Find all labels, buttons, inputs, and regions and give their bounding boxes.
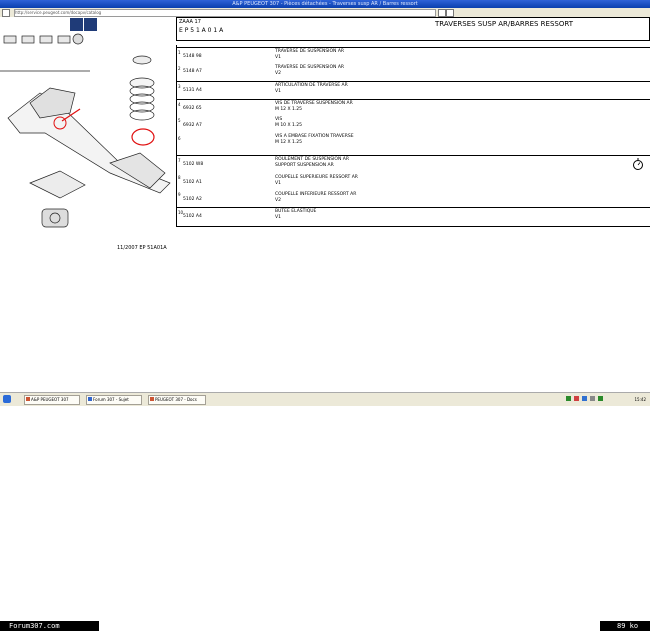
taskbar-tab-1[interactable]: A&P PEUGEOT 307 bbox=[24, 395, 80, 405]
part-number[interactable]: 5102 A4 bbox=[183, 214, 202, 219]
part-number[interactable]: 5148 98 bbox=[183, 54, 202, 59]
parts-group: 7 5102 W8 ROULEMENT DE SUSPENSION AR SUP… bbox=[177, 155, 650, 208]
address-bar[interactable]: http://service.peugeot.com/docapv/catalo… bbox=[14, 9, 436, 17]
start-icon[interactable] bbox=[3, 395, 11, 403]
parts-group: 1 5148 98 TRAVERSE DE SUSPENSION AR V1 2… bbox=[177, 47, 650, 82]
clock[interactable]: 15:42 bbox=[634, 395, 646, 404]
thumbnail-1[interactable] bbox=[70, 18, 83, 31]
footer-site-label: Forum307.com bbox=[0, 621, 99, 631]
parts-table: 1 5148 98 TRAVERSE DE SUSPENSION AR V1 2… bbox=[176, 45, 650, 227]
security-icon[interactable] bbox=[574, 396, 579, 401]
header-code-bottom: E P 5 1 A 0 1 A bbox=[179, 27, 224, 34]
parts-header: ZAAA 17 E P 5 1 A 0 1 A TRAVERSES SUSP A… bbox=[176, 17, 650, 41]
taskbar-tab-3[interactable]: PEUGEOT 307 - Docs bbox=[148, 395, 206, 405]
stopwatch-icon bbox=[633, 158, 643, 170]
thumbnail-2[interactable] bbox=[84, 18, 97, 31]
volume-icon[interactable] bbox=[582, 396, 587, 401]
part-number[interactable]: 5148 A7 bbox=[183, 69, 202, 74]
window-title: A&P PEUGEOT 307 - Pièces détachées - Tra… bbox=[232, 1, 418, 7]
system-tray: 15:42 bbox=[566, 395, 646, 404]
parts-group: 3 5131 A4 ARTICULATION DE TRAVERSE AR V1 bbox=[177, 81, 650, 100]
thumbnail-strip bbox=[2, 18, 97, 32]
highlight-circle bbox=[131, 128, 155, 146]
part-number[interactable]: 6932 A7 bbox=[183, 123, 202, 128]
part-number[interactable]: 6932 65 bbox=[183, 106, 202, 111]
print-button[interactable] bbox=[438, 9, 446, 17]
part-number[interactable]: 5131 A4 bbox=[183, 88, 202, 93]
back-button[interactable] bbox=[2, 9, 10, 17]
taskbar: A&P PEUGEOT 307 Forum 307 - Sujet PEUGEO… bbox=[0, 392, 650, 406]
antivirus-icon[interactable] bbox=[598, 396, 603, 401]
part-number[interactable]: 5102 A1 bbox=[183, 180, 202, 185]
section-title: TRAVERSES SUSP AR/BARRES RESSORT bbox=[435, 20, 573, 28]
taskbar-tab-2[interactable]: Forum 307 - Sujet bbox=[86, 395, 142, 405]
parts-group: 4 6932 65 VIS DE TRAVERSE SUSPENSION AR … bbox=[177, 99, 650, 156]
illustration-panel: 11/2007 EP 51A01A bbox=[0, 17, 177, 392]
address-text: http://service.peugeot.com/docapv/catalo… bbox=[15, 10, 102, 15]
exploded-parts-diagram bbox=[0, 33, 171, 228]
window-title-bar: A&P PEUGEOT 307 - Pièces détachées - Tra… bbox=[0, 0, 650, 8]
part-number[interactable]: 5102 W8 bbox=[183, 162, 203, 167]
parts-list-panel: ZAAA 17 E P 5 1 A 0 1 A TRAVERSES SUSP A… bbox=[176, 17, 650, 392]
header-code-top: ZAAA 17 bbox=[179, 19, 201, 25]
zoom-button[interactable] bbox=[446, 9, 454, 17]
diagram-ref-code: 11/2007 EP 51A01A bbox=[117, 245, 167, 251]
network-icon[interactable] bbox=[566, 396, 571, 401]
update-icon[interactable] bbox=[590, 396, 595, 401]
part-number[interactable]: 5102 A2 bbox=[183, 197, 202, 202]
parts-group: 10 5102 A4 BUTEE ELASTIQUE V1 bbox=[177, 207, 650, 226]
footer-size-label: 89 ko bbox=[600, 621, 650, 631]
